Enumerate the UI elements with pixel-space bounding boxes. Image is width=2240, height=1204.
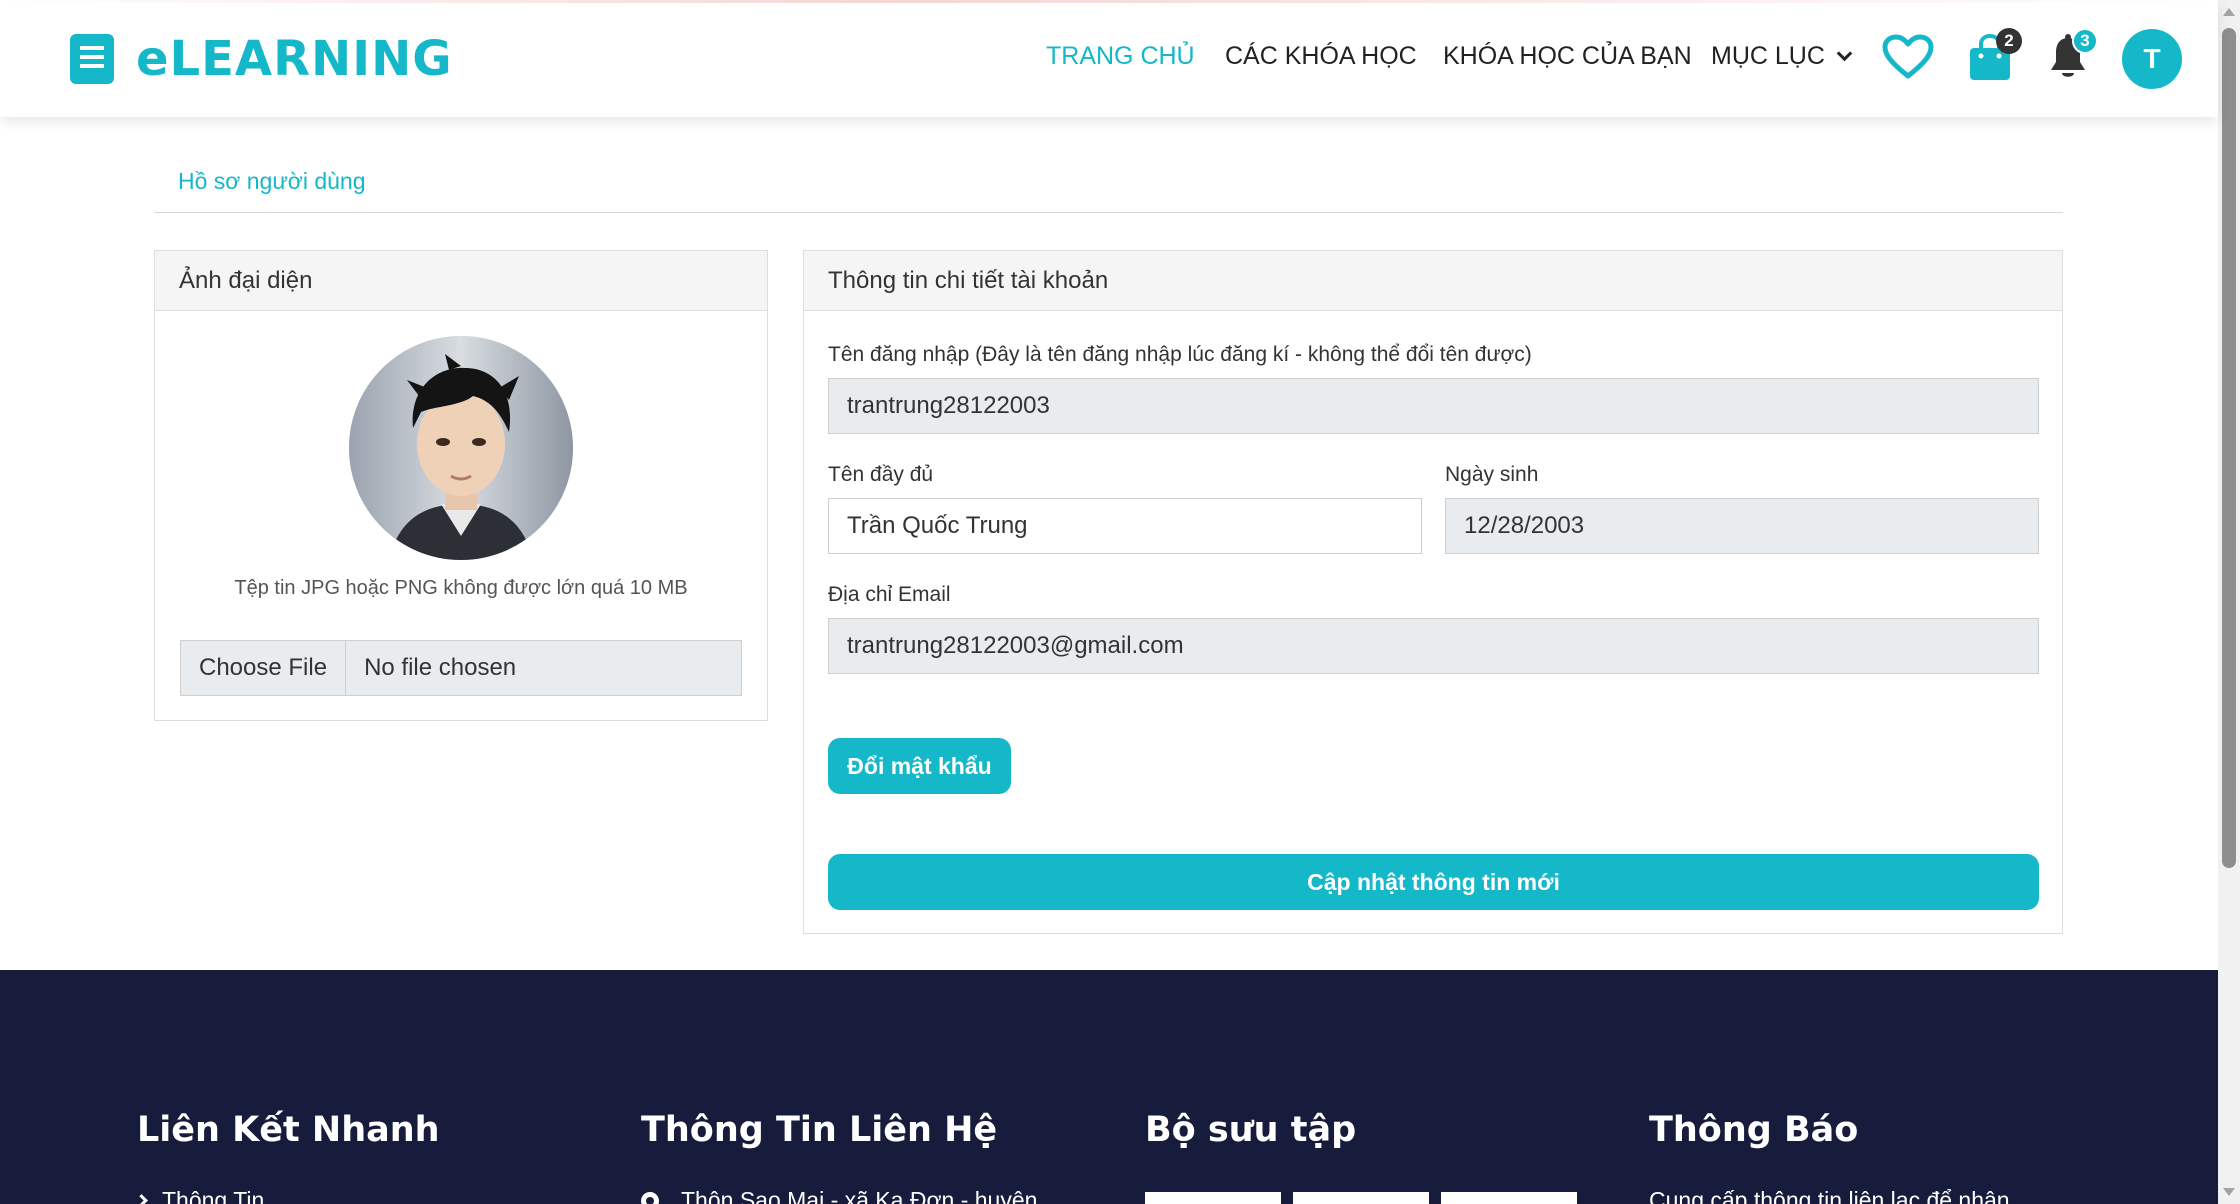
account-details-card: Thông tin chi tiết tài khoản Tên đăng nh…	[803, 250, 2063, 934]
user-avatar-button[interactable]: T	[2122, 29, 2182, 89]
nav-courses[interactable]: CÁC KHÓA HỌC	[1225, 42, 1417, 71]
nav-my-courses-label[interactable]: KHÓA HỌC CỦA BẠN	[1443, 42, 1692, 71]
upload-size-note: Tệp tin JPG hoặc PNG không được lớn quá …	[234, 577, 688, 599]
avatar-card: Ảnh đại diện Tệp tin JPG hoặc PNG không …	[154, 250, 768, 721]
scrollbar-thumb[interactable]	[2222, 28, 2236, 868]
profile-photo-image	[349, 336, 573, 560]
site-footer: Liên Kết Nhanh Thông Tin Thông Tin Liên …	[0, 970, 2218, 1204]
footer-link-info-label[interactable]: Thông Tin	[162, 1187, 264, 1204]
choose-file-button[interactable]: Choose File	[181, 641, 347, 695]
file-status-text: No file chosen	[364, 654, 517, 681]
birthday-label: Ngày sinh	[1445, 463, 1539, 486]
footer-notice-title: Thông Báo	[1649, 1110, 1859, 1150]
username-label: Tên đăng nhập (Đây là tên đăng nhập lúc …	[828, 343, 1532, 366]
top-accent-line	[0, 0, 2218, 3]
nav-menu-label[interactable]: MỤC LỤC	[1711, 42, 1825, 71]
fullname-label: Tên đầy đủ	[828, 463, 934, 486]
nav-menu-dropdown[interactable]: MỤC LỤC	[1711, 42, 1853, 71]
footer-col-notice: Thông Báo	[1649, 1110, 1858, 1150]
heart-icon	[1882, 34, 1934, 79]
cart-button[interactable]: 2	[1968, 28, 2022, 87]
nav-home[interactable]: TRANG CHỦ	[1046, 42, 1195, 71]
account-card-title: Thông tin chi tiết tài khoản	[804, 251, 2062, 311]
gallery-thumbnail[interactable]	[1441, 1192, 1577, 1204]
email-field: trantrung28122003@gmail.com	[828, 618, 2039, 674]
update-info-button[interactable]: Cập nhật thông tin mới	[828, 854, 2039, 910]
cart-count-badge: 2	[1996, 28, 2022, 54]
brand-logo[interactable]: eLEARNING	[70, 31, 453, 87]
gallery-thumbnail[interactable]	[1145, 1192, 1281, 1204]
map-pin-icon	[637, 1187, 663, 1204]
birthday-field: 12/28/2003	[1445, 498, 2039, 554]
footer-address: Thôn Sao Mai - xã Ka Đơn - huyện	[637, 1187, 1038, 1204]
change-password-button[interactable]: Đổi mật khẩu	[828, 738, 1011, 794]
footer-notice-text: Cung cấp thông tin liên lạc để nhận	[1649, 1187, 2010, 1204]
nav-courses-label[interactable]: CÁC KHÓA HỌC	[1225, 42, 1417, 71]
footer-col-contact: Thông Tin Liên Hệ	[641, 1110, 997, 1150]
page-scrollbar[interactable]	[2218, 0, 2240, 1204]
breadcrumb-divider	[154, 212, 2063, 213]
scroll-up-arrow-icon[interactable]	[2223, 8, 2235, 16]
footer-link-info[interactable]: Thông Tin	[135, 1187, 264, 1204]
email-label: Địa chỉ Email	[828, 583, 951, 606]
avatar-file-input[interactable]: Choose File No file chosen	[180, 640, 742, 696]
footer-address-text: Thôn Sao Mai - xã Ka Đơn - huyện	[681, 1187, 1038, 1204]
brand-name: eLEARNING	[136, 31, 453, 87]
footer-gallery-title: Bộ sưu tập	[1145, 1110, 1357, 1150]
avatar-card-title: Ảnh đại diện	[155, 251, 767, 311]
breadcrumb[interactable]: Hồ sơ người dùng	[178, 168, 366, 195]
notification-count-badge: 3	[2072, 28, 2098, 54]
username-field: trantrung28122003	[828, 378, 2039, 434]
fullname-field[interactable]: Trần Quốc Trung	[828, 498, 1422, 554]
gallery-thumbnail[interactable]	[1293, 1192, 1429, 1204]
book-icon	[70, 34, 114, 84]
profile-photo	[349, 336, 573, 560]
wishlist-button[interactable]	[1882, 34, 1934, 85]
nav-home-label[interactable]: TRANG CHỦ	[1046, 42, 1195, 71]
footer-col-gallery: Bộ sưu tập	[1145, 1110, 1356, 1150]
footer-quick-links-title: Liên Kết Nhanh	[137, 1110, 440, 1150]
scroll-down-arrow-icon[interactable]	[2223, 1188, 2235, 1196]
chevron-down-icon	[1836, 45, 1853, 62]
notifications-button[interactable]: 3	[2048, 28, 2098, 87]
chevron-right-icon	[135, 1194, 148, 1204]
footer-contact-title: Thông Tin Liên Hệ	[641, 1110, 998, 1150]
nav-my-courses[interactable]: KHÓA HỌC CỦA BẠN	[1443, 42, 1692, 71]
footer-col-quick-links: Liên Kết Nhanh	[137, 1110, 440, 1150]
top-navbar: eLEARNING TRANG CHỦ CÁC KHÓA HỌC KHÓA HỌ…	[0, 0, 2218, 117]
